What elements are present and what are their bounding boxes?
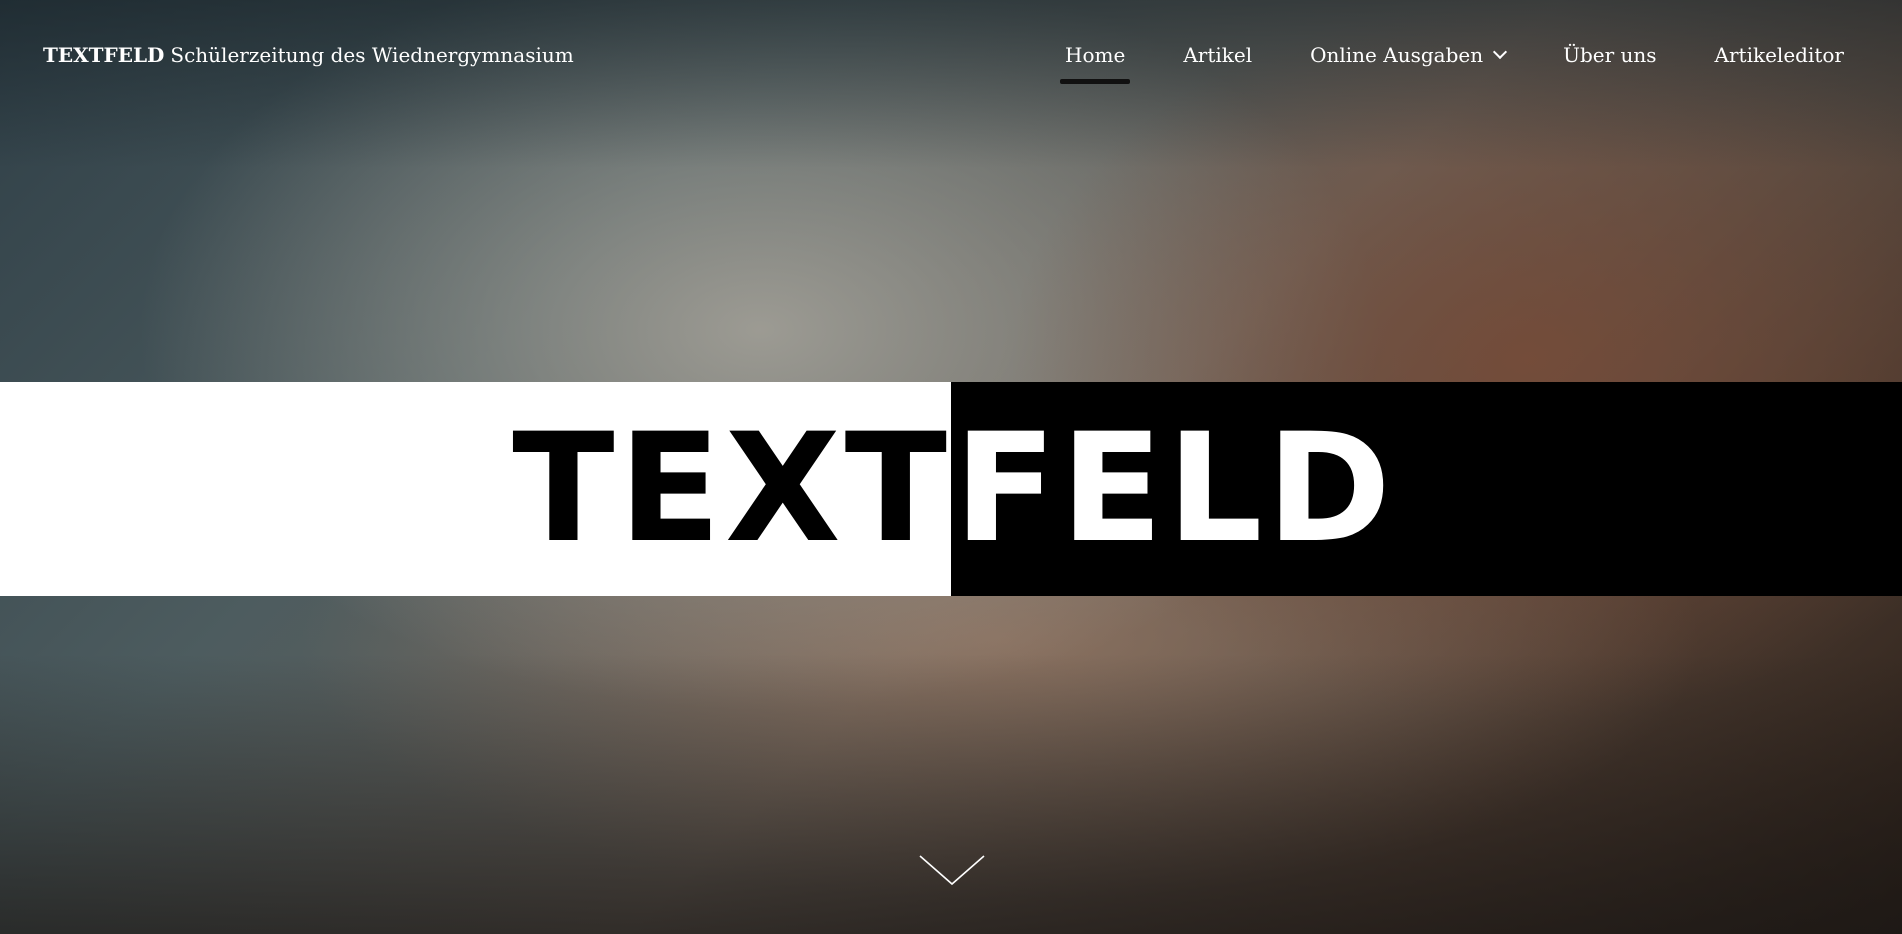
nav-item-online-ausgaben[interactable]: Online Ausgaben <box>1310 41 1508 69</box>
nav-item-label: Über uns <box>1563 43 1657 67</box>
nav-item-label: Artikeleditor <box>1714 43 1844 67</box>
nav-item-artikel[interactable]: Artikel <box>1183 41 1252 69</box>
chevron-down-icon <box>919 855 985 886</box>
nav-item-label: Online Ausgaben <box>1310 43 1484 67</box>
site-brand: TEXTFELD <box>43 43 165 67</box>
site-title-link[interactable]: TEXTFELD Schülerzeitung des Wiednergymnas… <box>43 41 574 69</box>
nav-item-artikeleditor[interactable]: Artikeleditor <box>1715 41 1844 69</box>
nav-item-home[interactable]: Home <box>1059 41 1131 84</box>
main-nav: Home Artikel Online Ausgaben Über uns Ar… <box>1059 41 1844 84</box>
hero-logo-text-right: FELD <box>954 402 1396 576</box>
hero-logo-text-left: TEXT <box>512 402 951 576</box>
nav-item-label: Artikel <box>1183 43 1253 67</box>
nav-item-ueber-uns[interactable]: Über uns <box>1563 41 1656 69</box>
site-tagline: Schülerzeitung des Wiednergymnasium <box>170 43 574 67</box>
site-header: TEXTFELD Schülerzeitung des Wiednergymnas… <box>0 0 1902 110</box>
nav-item-label: Home <box>1065 43 1126 67</box>
scroll-down-button[interactable] <box>919 850 985 890</box>
chevron-down-icon[interactable] <box>1493 44 1508 60</box>
